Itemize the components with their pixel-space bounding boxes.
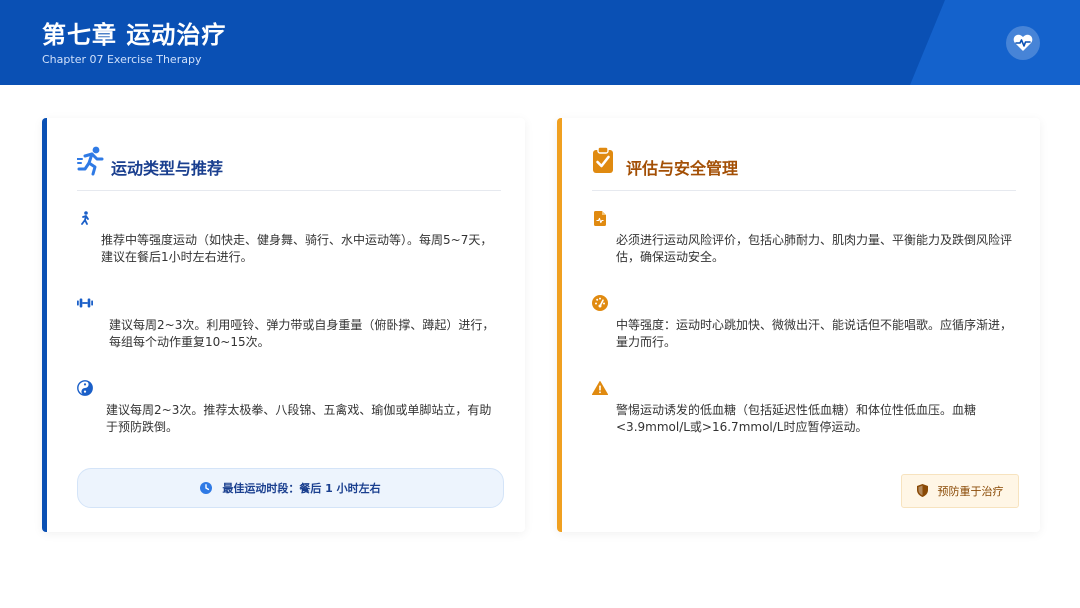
exercise-types-card: 运动类型与推荐 推荐中等强度运动（如快走、健身舞、骑行、水中运动等）。每周5~7… — [42, 118, 525, 532]
running-person-icon — [76, 146, 105, 176]
page-subtitle: Chapter 07 Exercise Therapy — [42, 53, 202, 66]
card-title: 评估与安全管理 — [626, 159, 739, 178]
heart-pulse-icon — [1006, 26, 1040, 60]
item-text: 中等强度：运动时心跳加快、微微出汗、能说话但不能唱歌。应循序渐进，量力而行。 — [616, 318, 1013, 349]
prevention-tag-text: 预防重于治疗 — [937, 485, 1004, 498]
dumbbell-icon — [77, 295, 93, 311]
item-text: 推荐中等强度运动（如快走、健身舞、骑行、水中运动等）。每周5~7天，建议在餐后1… — [101, 233, 493, 264]
assessment-safety-card: 评估与安全管理 必须进行运动风险评价，包括心肺耐力、肌肉力量、平衡能力及跌倒风险… — [557, 118, 1040, 532]
gauge-icon — [592, 295, 608, 311]
prevention-tag: 预防重于治疗 — [901, 474, 1019, 508]
page-title: 第七章 运动治疗 — [42, 21, 227, 49]
yin-yang-icon — [77, 380, 93, 396]
walking-person-icon — [77, 210, 93, 226]
item-text: 必须进行运动风险评价，包括心肺耐力、肌肉力量、平衡能力及跌倒风险评估，确保运动安… — [616, 233, 1013, 264]
clock-icon — [200, 479, 213, 498]
best-time-text: 最佳运动时段：餐后 1 小时左右 — [222, 482, 381, 495]
clipboard-check-icon — [592, 146, 620, 176]
item-text: 建议每周2~3次。利用哑铃、弹力带或自身重量（俯卧撑、蹲起）进行，每组每个动作重… — [109, 318, 495, 349]
item-text: 警惕运动诱发的低血糖（包括延迟性低血糖）和体位性低血压。血糖<3.9mmol/L… — [616, 403, 977, 434]
card-header: 运动类型与推荐 — [76, 146, 501, 191]
card-title: 运动类型与推荐 — [111, 159, 224, 178]
card-header: 评估与安全管理 — [592, 146, 1016, 191]
warning-triangle-icon — [592, 380, 608, 396]
shield-icon — [916, 482, 928, 501]
item-text: 建议每周2~3次。推荐太极拳、八段锦、五禽戏、瑜伽或单脚站立，有助于预防跌倒。 — [106, 403, 492, 434]
header-banner: 第七章 运动治疗 Chapter 07 Exercise Therapy — [0, 0, 1080, 85]
header-accent-shape — [910, 0, 1080, 85]
best-time-pill: 最佳运动时段：餐后 1 小时左右 — [77, 468, 504, 508]
medical-file-icon — [592, 210, 608, 226]
